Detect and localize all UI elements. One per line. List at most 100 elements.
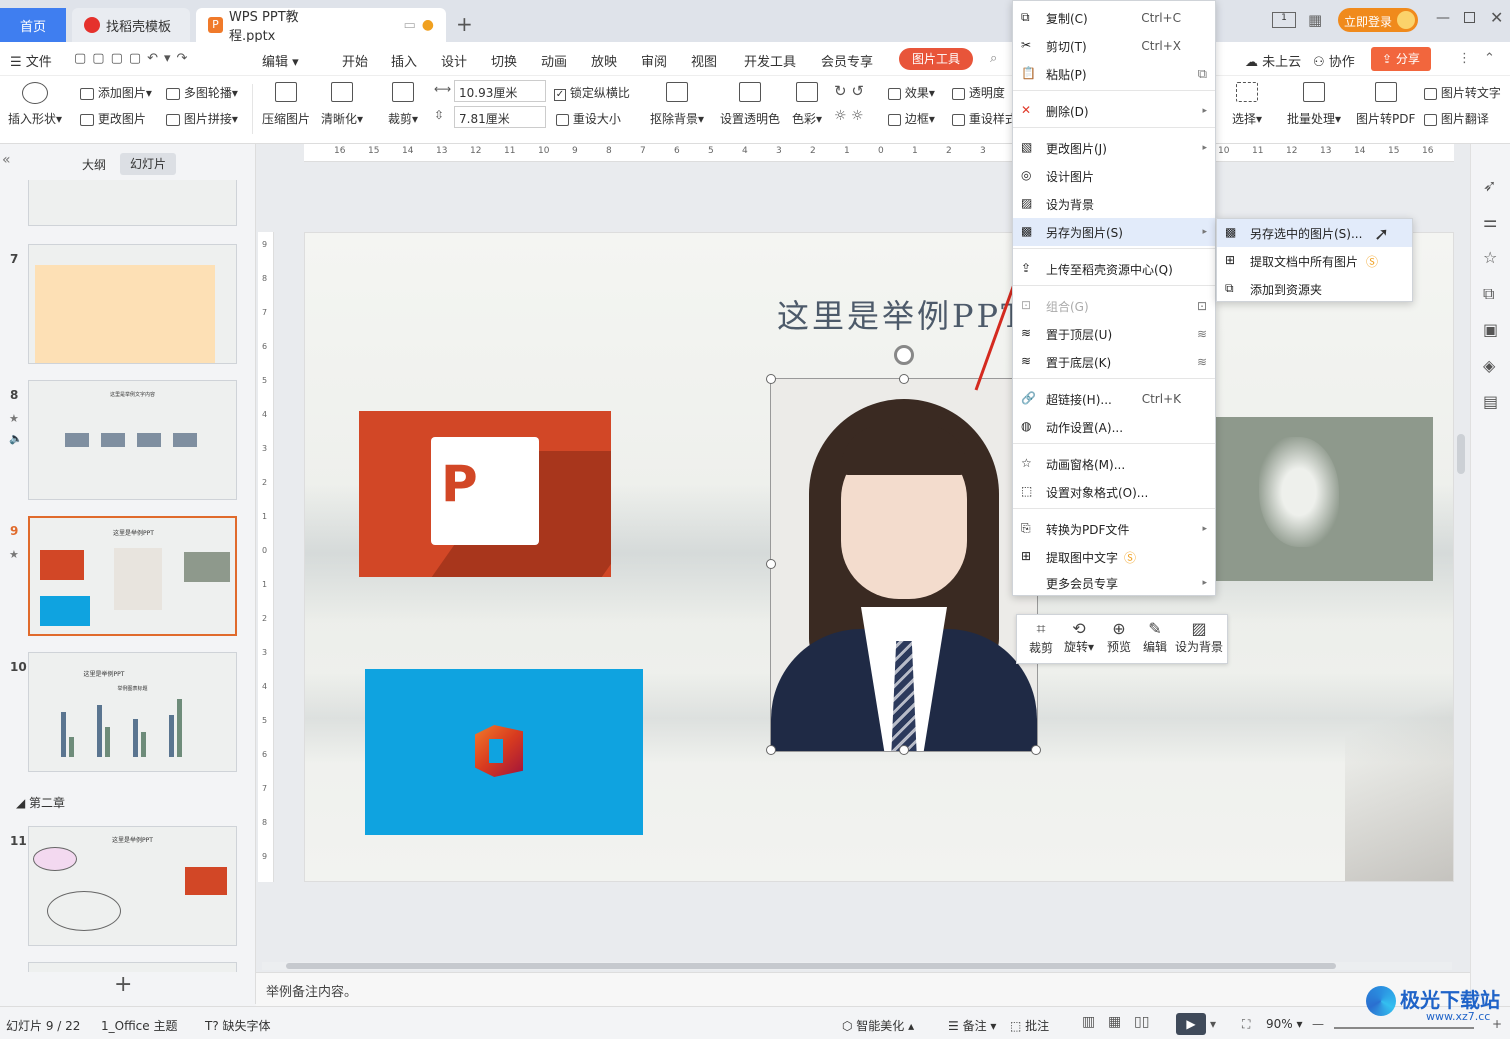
scrollbar-thumb[interactable] — [286, 963, 1336, 969]
reset-size-button[interactable]: 重设大小 — [556, 110, 621, 127]
view-normal-icon[interactable]: ▥ — [1082, 1014, 1095, 1030]
menu-action-settings[interactable]: ◍ 动作设置(A)... — [1013, 413, 1215, 441]
more-icon[interactable]: ⋮ — [1458, 51, 1471, 66]
lock-ratio-checkbox[interactable]: ✓ 锁定纵横比 — [554, 84, 630, 101]
portrait-image[interactable] — [770, 378, 1038, 752]
to-text-button[interactable]: 图片转文字 — [1424, 84, 1501, 101]
menu-design[interactable]: 设计 — [441, 51, 467, 70]
zoom-slider[interactable] — [1334, 1027, 1474, 1029]
to-pdf-button[interactable]: 图片转PDF — [1356, 82, 1415, 127]
resize-handle[interactable] — [766, 559, 776, 569]
tab-outline[interactable]: 大纲 — [82, 156, 106, 173]
view-sorter-icon[interactable]: ▦ — [1108, 1014, 1121, 1030]
play-options-icon[interactable]: ▾ — [1210, 1017, 1216, 1031]
star-outline-icon[interactable]: ☆ — [1483, 248, 1497, 267]
comment-button[interactable]: ⬚ 批注 — [1010, 1017, 1049, 1034]
vertical-scrollbar-thumb[interactable] — [1457, 434, 1465, 474]
zoom-out-icon[interactable]: — — [1312, 1017, 1324, 1031]
reset-style-button[interactable]: 重设样式 — [952, 110, 1017, 127]
menu-format-object[interactable]: ⬚ 设置对象格式(O)... — [1013, 478, 1215, 506]
width-input[interactable]: 10.93厘米 — [454, 80, 546, 102]
menu-paste[interactable]: 📋 粘贴(P) ⧉ — [1013, 60, 1215, 88]
horizontal-scrollbar[interactable] — [262, 962, 1452, 970]
resize-handle[interactable] — [1031, 745, 1041, 755]
resize-handle[interactable] — [899, 374, 909, 384]
menu-copy[interactable]: ⧉ 复制(C) Ctrl+C — [1013, 4, 1215, 32]
set-transparent-button[interactable]: 设置透明色 — [720, 82, 780, 127]
tab-templates[interactable]: 找稻壳模板 — [72, 8, 190, 42]
submenu-add-to-folder[interactable]: ⧉ 添加到资源夹 — [1217, 275, 1412, 303]
menu-set-background[interactable]: ▨ 设为背景 — [1013, 190, 1215, 218]
slide-thumbnail-10[interactable]: 这里是举例PPT 举例图表标题 — [28, 652, 237, 772]
edit-menu[interactable]: 编辑 ▾ — [262, 51, 299, 70]
add-picture-button[interactable]: 添加图片▾ — [80, 84, 152, 101]
slide-thumbnail-7[interactable] — [28, 244, 237, 364]
menu-animation-pane[interactable]: ☆ 动画窗格(M)... — [1013, 450, 1215, 478]
fit-window-icon[interactable]: ⛶ — [1242, 1017, 1250, 1032]
sliders-icon[interactable]: ⚌ — [1483, 212, 1497, 231]
remove-bg-button[interactable]: 抠除背景▾ — [650, 82, 704, 127]
select-button[interactable]: 选择▾ — [1232, 82, 1262, 127]
collapse-ribbon-icon[interactable]: ⌃ — [1484, 51, 1495, 66]
rotate-icons[interactable]: ↻ ↺ — [834, 82, 864, 100]
resize-handle[interactable] — [766, 745, 776, 755]
slide-thumbnail-8[interactable]: 这里是举例文字内容 — [28, 380, 237, 500]
float-crop-button[interactable]: ⌗ 裁剪 — [1023, 619, 1059, 656]
submenu-extract-all[interactable]: ⊞ 提取文档中所有图片 Ⓢ — [1217, 247, 1412, 275]
float-set-bg-button[interactable]: ▨ 设为背景 — [1173, 619, 1225, 655]
float-edit-button[interactable]: ✎ 编辑 — [1137, 619, 1173, 655]
close-icon[interactable]: ✕ — [1490, 8, 1503, 27]
height-input[interactable]: 7.81厘米 — [454, 106, 546, 128]
menu-change-picture[interactable]: ▧ 更改图片(J) ▸ — [1013, 134, 1215, 162]
insert-shape-button[interactable]: 插入形状▾ — [8, 82, 62, 127]
tab-document[interactable]: P WPS PPT教程.pptx ▭ ● — [196, 8, 446, 44]
bring-front-action-icon[interactable]: ≋ — [1197, 327, 1207, 341]
menu-transition[interactable]: 切换 — [491, 51, 517, 70]
minimize-icon[interactable]: — — [1436, 10, 1450, 26]
slide-9[interactable]: 这里是举例PPT P — [304, 232, 1454, 882]
missing-font-button[interactable]: T? 缺失字体 — [205, 1017, 271, 1034]
menu-animation[interactable]: 动画 — [541, 51, 567, 70]
menu-insert[interactable]: 插入 — [391, 51, 417, 70]
change-picture-button[interactable]: 更改图片 — [80, 110, 146, 127]
translate-button[interactable]: 图片翻译 — [1424, 110, 1489, 127]
menu-delete[interactable]: ✕ 删除(D) ▸ — [1013, 97, 1215, 125]
border-button[interactable]: 边框▾ — [888, 110, 935, 127]
float-rotate-button[interactable]: ⟲ 旋转▾ — [1059, 619, 1099, 655]
slide-thumbnail-6[interactable] — [28, 180, 237, 226]
menu-review[interactable]: 审阅 — [641, 51, 667, 70]
menu-developer[interactable]: 开发工具 — [744, 51, 796, 70]
theme-name[interactable]: 1_Office 主题 — [101, 1017, 177, 1034]
image-tool-icon[interactable]: ▣ — [1483, 320, 1498, 339]
menu-send-back[interactable]: ≋ 置于底层(K) ≋ — [1013, 348, 1215, 376]
slide-thumbnail-11[interactable]: 这里是举例PPT — [28, 826, 237, 946]
menu-hyperlink[interactable]: 🔗 超链接(H)... Ctrl+K — [1013, 385, 1215, 413]
grey-texture-image[interactable] — [1215, 417, 1433, 581]
monitor-icon[interactable]: ▭ — [403, 18, 415, 33]
collab-button[interactable]: ⚇ 协作 — [1313, 51, 1355, 70]
slide-thumbnail-12[interactable] — [28, 962, 237, 972]
transparency-button[interactable]: 透明度 — [952, 84, 1005, 101]
menu-more-member[interactable]: 更多会员专享 ▸ — [1013, 569, 1215, 597]
search-icon[interactable]: ⌕ — [990, 51, 997, 66]
menu-extract-text[interactable]: ⊞ 提取图中文字 Ⓢ — [1013, 543, 1215, 571]
menu-slideshow[interactable]: 放映 — [591, 51, 617, 70]
add-slide-icon[interactable]: + — [114, 972, 132, 997]
send-back-action-icon[interactable]: ≋ — [1197, 355, 1207, 369]
adjust-icons[interactable]: ☼ ☼ — [834, 108, 864, 124]
tab-slides[interactable]: 幻灯片 — [120, 153, 176, 175]
menu-member[interactable]: 会员专享 — [821, 51, 873, 70]
login-button[interactable]: 立即登录 — [1338, 8, 1418, 32]
office-image[interactable] — [365, 669, 643, 835]
file-menu[interactable]: ☰ 文件 — [10, 51, 52, 70]
batch-button[interactable]: 批量处理▾ — [1287, 82, 1341, 127]
smart-beautify-button[interactable]: ⬡ 智能美化 ▴ — [842, 1017, 914, 1034]
menu-cut[interactable]: ✂ 剪切(T) Ctrl+X — [1013, 32, 1215, 60]
compass-icon[interactable]: ◈ — [1483, 356, 1495, 375]
book-icon[interactable]: ▤ — [1483, 392, 1498, 411]
menu-picture-tools[interactable]: 图片工具 — [899, 48, 973, 70]
notes-area[interactable]: 举例备注内容。 — [256, 972, 1470, 1006]
share-button[interactable]: ⇪ 分享 — [1371, 47, 1431, 71]
cloud-status[interactable]: ☁ 未上云 — [1245, 51, 1301, 70]
crop-button[interactable]: 裁剪▾ — [388, 82, 418, 127]
